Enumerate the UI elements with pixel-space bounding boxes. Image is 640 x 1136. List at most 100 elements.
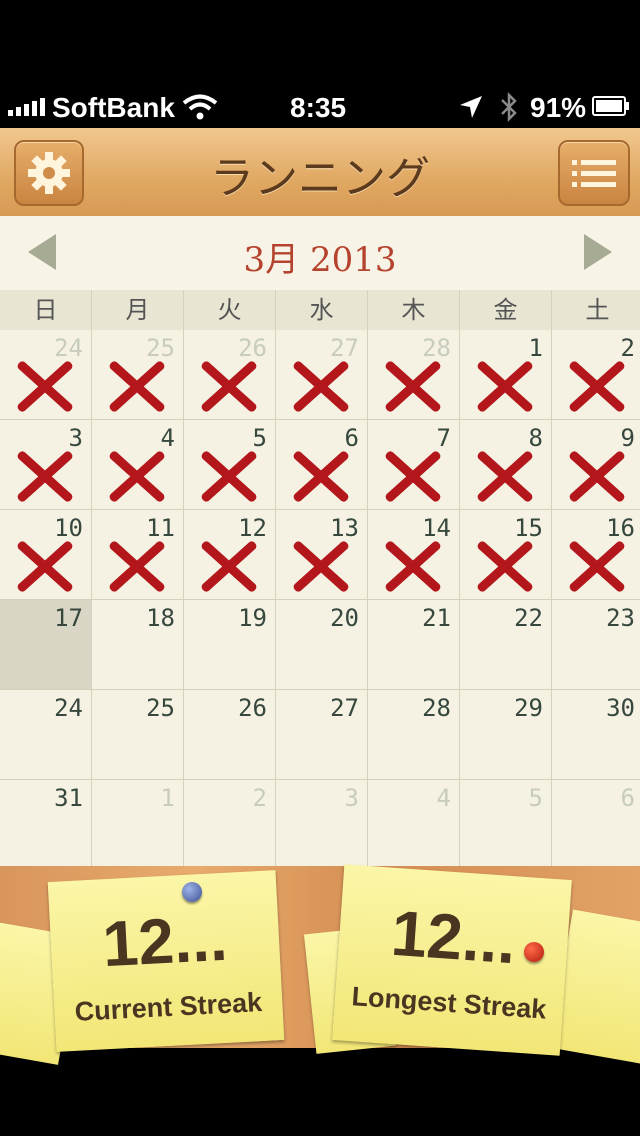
- day-cell[interactable]: 13: [276, 510, 368, 600]
- cross-mark-icon: [378, 352, 444, 418]
- day-cell[interactable]: 7: [368, 420, 460, 510]
- day-cell[interactable]: 18: [92, 600, 184, 690]
- list-icon: [572, 160, 616, 187]
- day-number: 2: [252, 784, 267, 812]
- cross-mark-icon: [194, 352, 260, 418]
- cross-mark-icon: [378, 442, 444, 508]
- day-number: 28: [422, 694, 451, 722]
- day-number: 20: [330, 604, 359, 632]
- calendar: 3月 2013 日月火水木金土 24 25 26 27 28 1 2 3 4 5 6 7 8 9 10 11 1…: [0, 216, 640, 870]
- day-cell[interactable]: 21: [368, 600, 460, 690]
- weekday-label: 月: [92, 290, 184, 330]
- day-cell[interactable]: 24: [0, 690, 92, 780]
- day-cell[interactable]: 3: [276, 780, 368, 870]
- cross-mark-icon: [286, 442, 352, 508]
- day-cell[interactable]: 8: [460, 420, 552, 510]
- signal-icon: [8, 98, 45, 116]
- current-streak-label: Current Streak: [73, 987, 263, 1027]
- day-number: 24: [54, 694, 83, 722]
- day-number: 19: [238, 604, 267, 632]
- cross-mark-icon: [286, 532, 352, 598]
- day-cell[interactable]: 31: [0, 780, 92, 870]
- calendar-grid: 24 25 26 27 28 1 2 3 4 5 6 7 8 9 10 11 12 13 14 15 16 17 18 19 2…: [0, 330, 640, 870]
- day-cell[interactable]: 20: [276, 600, 368, 690]
- day-number: 4: [436, 784, 451, 812]
- day-cell[interactable]: 3: [0, 420, 92, 510]
- day-cell[interactable]: 30: [552, 690, 640, 780]
- day-cell[interactable]: 4: [368, 780, 460, 870]
- cross-mark-icon: [10, 532, 76, 598]
- pushpin-icon: [182, 882, 202, 902]
- pushpin-icon: [524, 942, 544, 962]
- nav-bar: ランニング: [0, 128, 640, 218]
- day-cell[interactable]: 19: [184, 600, 276, 690]
- day-cell[interactable]: 25: [92, 330, 184, 420]
- cross-mark-icon: [562, 352, 628, 418]
- weekday-label: 木: [368, 290, 460, 330]
- cross-mark-icon: [194, 532, 260, 598]
- cross-mark-icon: [286, 352, 352, 418]
- status-bar: SoftBank 8:35 91%: [0, 0, 640, 123]
- day-cell[interactable]: 1: [460, 330, 552, 420]
- day-cell-today[interactable]: 17: [0, 600, 92, 690]
- cross-mark-icon: [10, 442, 76, 508]
- day-cell[interactable]: 11: [92, 510, 184, 600]
- carrier-label: SoftBank: [52, 92, 175, 123]
- next-month-button[interactable]: [584, 234, 612, 270]
- day-number: 31: [54, 784, 83, 812]
- day-number: 30: [606, 694, 635, 722]
- clock: 8:35: [290, 92, 347, 123]
- day-number: 17: [54, 604, 83, 632]
- cross-mark-icon: [378, 532, 444, 598]
- day-cell[interactable]: 27: [276, 330, 368, 420]
- cross-mark-icon: [562, 442, 628, 508]
- cross-mark-icon: [10, 352, 76, 418]
- day-cell[interactable]: 28: [368, 690, 460, 780]
- current-streak-value: 12...: [100, 901, 230, 981]
- day-number: 23: [606, 604, 635, 632]
- cross-mark-icon: [194, 442, 260, 508]
- battery-percent: 91%: [530, 92, 587, 123]
- day-cell[interactable]: 1: [92, 780, 184, 870]
- cross-mark-icon: [562, 532, 628, 598]
- day-cell[interactable]: 15: [460, 510, 552, 600]
- day-number: 26: [238, 694, 267, 722]
- day-cell[interactable]: 6: [276, 420, 368, 510]
- streak-board: 12... Current Streak 12... Longest Strea…: [0, 864, 640, 1067]
- day-number: 29: [514, 694, 543, 722]
- day-number: 3: [344, 784, 359, 812]
- day-number: 5: [528, 784, 543, 812]
- current-streak-note: 12... Current Streak: [47, 870, 285, 1052]
- day-cell[interactable]: 12: [184, 510, 276, 600]
- day-cell[interactable]: 10: [0, 510, 92, 600]
- longest-streak-label: Longest Streak: [350, 981, 548, 1025]
- day-cell[interactable]: 25: [92, 690, 184, 780]
- bluetooth-icon: [501, 92, 517, 122]
- cross-mark-icon: [470, 532, 536, 598]
- day-number: 27: [330, 694, 359, 722]
- page-title: ランニング: [210, 153, 430, 204]
- day-cell[interactable]: 23: [552, 600, 640, 690]
- day-cell[interactable]: 28: [368, 330, 460, 420]
- day-number: 22: [514, 604, 543, 632]
- day-cell[interactable]: 16: [552, 510, 640, 600]
- day-cell[interactable]: 9: [552, 420, 640, 510]
- day-cell[interactable]: 29: [460, 690, 552, 780]
- day-cell[interactable]: 27: [276, 690, 368, 780]
- day-cell[interactable]: 26: [184, 690, 276, 780]
- day-cell[interactable]: 24: [0, 330, 92, 420]
- day-cell[interactable]: 2: [184, 780, 276, 870]
- day-number: 1: [160, 784, 175, 812]
- weekday-label: 水: [276, 290, 368, 330]
- list-button[interactable]: [558, 140, 630, 206]
- day-cell[interactable]: 6: [552, 780, 640, 870]
- day-cell[interactable]: 14: [368, 510, 460, 600]
- weekday-header: 日月火水木金土: [0, 290, 640, 331]
- day-number: 25: [146, 694, 175, 722]
- day-cell[interactable]: 2: [552, 330, 640, 420]
- day-cell[interactable]: 26: [184, 330, 276, 420]
- day-cell[interactable]: 5: [460, 780, 552, 870]
- day-cell[interactable]: 22: [460, 600, 552, 690]
- day-cell[interactable]: 4: [92, 420, 184, 510]
- day-cell[interactable]: 5: [184, 420, 276, 510]
